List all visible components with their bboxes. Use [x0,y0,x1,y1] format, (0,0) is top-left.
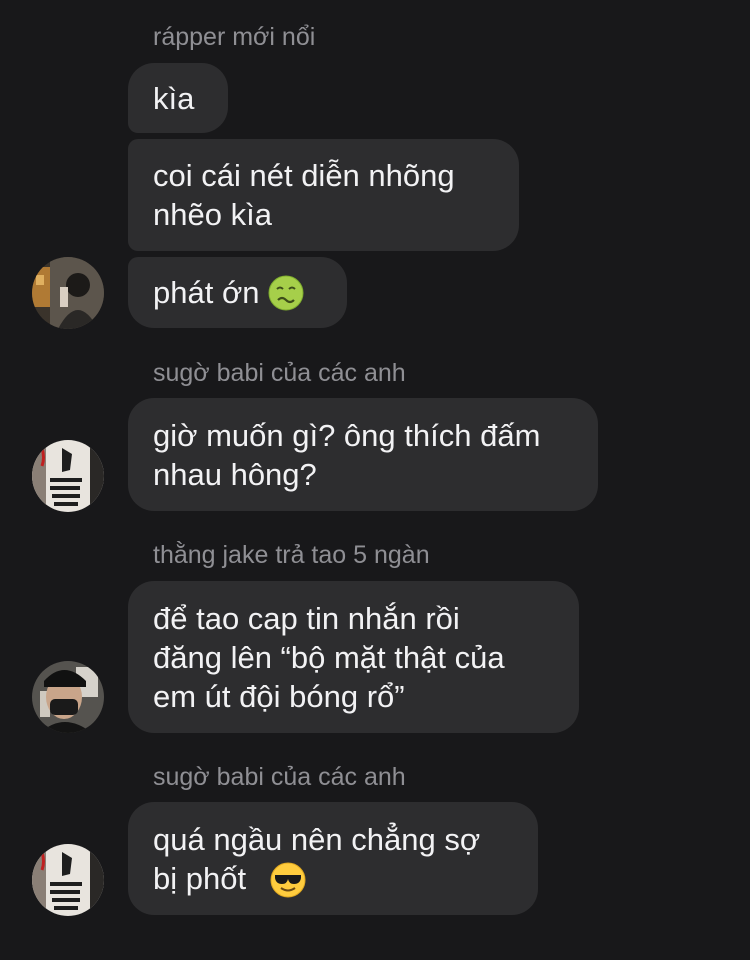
message-text: giờ muốn gì? ông thích đấm nhau hông? [153,417,541,492]
stop-love-graffiti-avatar-icon[interactable] [32,440,104,512]
sender-name: sugờ babi của các anh [153,359,406,387]
smiling-face-with-sunglasses-emoji-icon [270,862,306,898]
sender-name: rápper mới nổi [153,23,316,51]
message-bubble[interactable]: quá ngầu nên chẳng sợ bị phốt [128,802,538,915]
message-bubble[interactable]: phát ớn [128,257,347,328]
nauseated-face-emoji-icon [268,275,304,311]
sender-name: sugờ babi của các anh [153,763,406,791]
message-text: coi cái nét diễn nhõng nhẽo kìa [153,158,455,232]
message-bubble[interactable]: để tao cap tin nhắn rồi đăng lên “bộ mặt… [128,581,579,733]
message-text: kìa [153,80,195,116]
message-bubble[interactable]: coi cái nét diễn nhõng nhẽo kìa [128,139,519,251]
message-text: để tao cap tin nhắn rồi đăng lên “bộ mặt… [153,600,505,714]
message-text: quá ngầu nên chẳng sợ bị phốt [153,821,481,896]
stop-love-graffiti-avatar-icon[interactable] [32,844,104,916]
masked-person-avatar-icon[interactable] [32,661,104,733]
message-bubble[interactable]: giờ muốn gì? ông thích đấm nhau hông? [128,398,598,511]
person-photo-avatar-icon[interactable] [32,257,104,329]
message-bubble[interactable]: kìa [128,63,228,133]
sender-name: thằng jake trả tao 5 ngàn [153,541,430,569]
message-text: phát ớn [153,275,260,310]
